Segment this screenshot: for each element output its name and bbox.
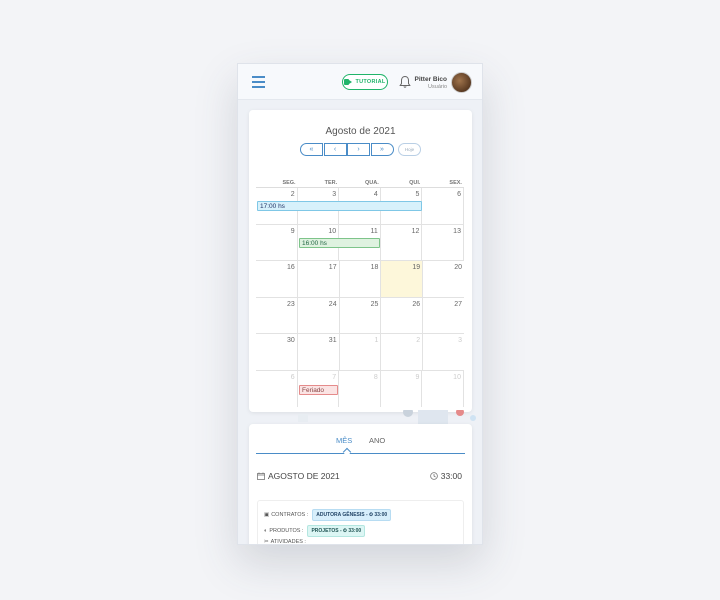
calendar-grid: SEG. TER. QUA. QUI. SEX. 2 3 4 5 6 17:00… [256, 178, 464, 407]
atividades-label: ATIVIDADES : [270, 539, 306, 545]
day-cell-other-month[interactable]: 1 [340, 334, 382, 370]
active-tab-caret [342, 447, 352, 457]
calendar-icon [257, 472, 265, 480]
calendar-card: Agosto de 2021 « ‹ › » Hoje SEG. TER. QU… [249, 110, 472, 412]
calendar-week: 9 10 11 12 13 16:00 hs [256, 224, 464, 261]
day-cell[interactable]: 13 [422, 224, 464, 260]
next-year-button[interactable]: » [370, 143, 394, 156]
day-cell[interactable]: 24 [298, 297, 340, 333]
prev-year-button[interactable]: « [300, 143, 323, 156]
day-cell[interactable]: 31 [298, 334, 340, 370]
day-cell[interactable]: 25 [340, 297, 382, 333]
activity-icon: ✂ [264, 539, 269, 545]
summary-month: AGOSTO DE 2021 [257, 471, 340, 481]
calendar-event-holiday[interactable]: Feriado [299, 384, 338, 395]
tab-month[interactable]: MÊS [336, 436, 352, 445]
next-month-button[interactable]: › [347, 143, 370, 156]
contratos-label: CONTRATOS : [271, 512, 309, 518]
product-icon: ◐ [264, 528, 268, 534]
calendar-title: Agosto de 2021 [325, 126, 396, 137]
summary-card: MÊS ANO AGOSTO DE 2021 33:00 ▣ CONTRATOS… [249, 424, 472, 545]
day-cell[interactable]: 20 [423, 261, 464, 297]
summary-details: ▣ CONTRATOS : ADUTORA GÊNESIS - ⏲ 33:00 … [257, 500, 464, 545]
weekday-label: SEG. [282, 180, 296, 186]
day-cell-other-month[interactable]: 3 [423, 334, 464, 370]
user-role: Usuário [428, 84, 447, 90]
day-cell-other-month[interactable]: 9 [381, 370, 423, 407]
day-cell[interactable]: 12 [381, 224, 423, 260]
summary-month-label: AGOSTO DE 2021 [268, 471, 340, 481]
day-cell[interactable]: 9 [256, 224, 298, 260]
tutorial-label: TUTORIAL [355, 79, 386, 85]
summary-total: 33:00 [429, 471, 462, 481]
day-cell-other-month[interactable]: 2 [381, 334, 424, 370]
top-bar: TUTORIAL Pitter Bico Usuário [238, 64, 482, 100]
day-cell[interactable]: 6 [422, 188, 464, 224]
clock-icon [429, 472, 438, 480]
period-tabs: MÊS ANO [256, 436, 465, 457]
contratos-row: ▣ CONTRATOS : ADUTORA GÊNESIS - ⏲ 33:00 [264, 509, 392, 521]
summary-total-hours: 33:00 [440, 471, 462, 481]
day-cell[interactable]: 30 [256, 334, 298, 370]
briefcase-icon: ▣ [264, 512, 270, 518]
weekday-label: TER. [324, 180, 338, 186]
calendar-week: 16 17 18 19 20 [256, 261, 464, 298]
weekday-header: SEG. TER. QUA. QUI. SEX. [256, 178, 464, 188]
calendar-week: 30 31 1 2 3 [256, 334, 464, 371]
video-camera-icon [344, 79, 353, 85]
day-cell[interactable]: 23 [256, 297, 298, 333]
calendar-week: 6 7 8 9 10 Feriado [256, 370, 464, 407]
day-cell-other-month[interactable]: 8 [339, 370, 381, 407]
day-cell[interactable]: 17 [298, 261, 340, 297]
atividades-row: ✂ ATIVIDADES : [264, 539, 306, 545]
day-cell-other-month[interactable]: 10 [422, 370, 464, 407]
weekday-label: SEX. [449, 180, 462, 186]
bell-icon[interactable] [399, 75, 411, 89]
tab-year[interactable]: ANO [369, 436, 385, 445]
day-cell[interactable]: 16 [256, 261, 298, 297]
calendar-week: 2 3 4 5 6 17:00 hs [256, 188, 464, 225]
menu-icon[interactable] [252, 76, 265, 88]
background-illustration [298, 410, 476, 424]
calendar-nav: « ‹ › » [300, 143, 394, 156]
tutorial-button[interactable]: TUTORIAL [342, 74, 388, 90]
calendar-event[interactable]: 16:00 hs [299, 237, 380, 248]
day-cell[interactable]: 26 [381, 297, 424, 333]
today-button[interactable]: Hoje [398, 143, 421, 156]
product-tag[interactable]: PROJETOS - ⏲ 33:00 [307, 525, 366, 537]
mobile-frame: TUTORIAL Pitter Bico Usuário Agosto de 2… [237, 63, 483, 545]
calendar-event[interactable]: 17:00 hs [257, 201, 422, 211]
produtos-row: ◐ PRODUTOS : PROJETOS - ⏲ 33:00 [264, 525, 366, 537]
weekday-label: QUI. [409, 180, 421, 186]
weekday-label: QUA. [365, 180, 379, 186]
prev-month-button[interactable]: ‹ [323, 143, 347, 156]
contract-tag[interactable]: ADUTORA GÊNESIS - ⏲ 33:00 [312, 509, 392, 521]
day-cell[interactable]: 27 [423, 298, 464, 334]
day-cell-today[interactable]: 19 [381, 261, 424, 297]
avatar[interactable] [451, 72, 472, 93]
day-cell[interactable]: 18 [340, 261, 382, 297]
day-cell-other-month[interactable]: 6 [256, 370, 298, 407]
user-name: Pitter Bico [414, 76, 447, 83]
produtos-label: PRODUTOS : [269, 528, 304, 534]
calendar-week: 23 24 25 26 27 [256, 297, 464, 334]
